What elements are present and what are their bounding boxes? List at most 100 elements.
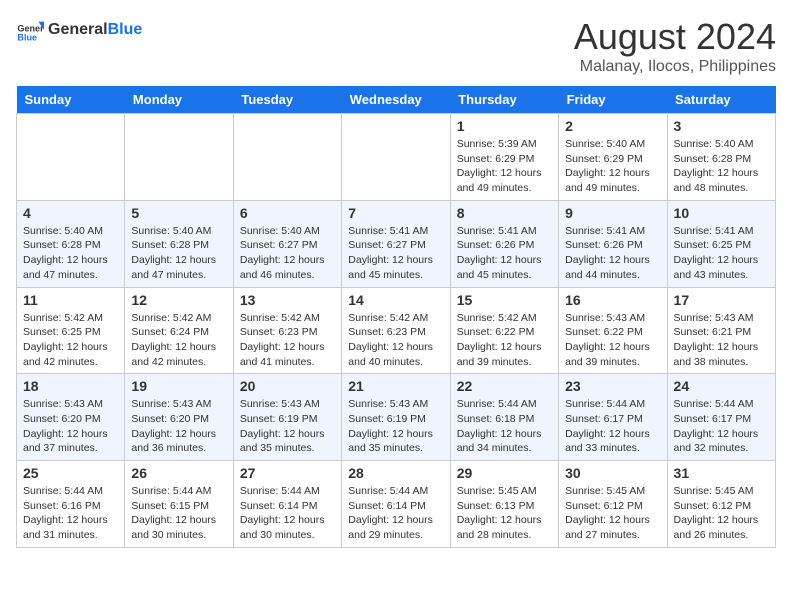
day-number: 28 [348, 465, 443, 481]
cell-data: Sunrise: 5:42 AM Sunset: 6:22 PM Dayligh… [457, 311, 552, 370]
calendar-cell [125, 114, 233, 201]
day-number: 22 [457, 378, 552, 394]
cell-data: Sunrise: 5:44 AM Sunset: 6:16 PM Dayligh… [23, 484, 118, 543]
calendar-week-row: 11Sunrise: 5:42 AM Sunset: 6:25 PM Dayli… [17, 287, 776, 374]
day-number: 21 [348, 378, 443, 394]
calendar-cell: 11Sunrise: 5:42 AM Sunset: 6:25 PM Dayli… [17, 287, 125, 374]
calendar-cell: 16 Sunrise: 5:43 AM Sunset: 6:22 PM Dayli… [559, 287, 667, 374]
calendar-cell: 19Sunrise: 5:43 AM Sunset: 6:20 PM Dayli… [125, 374, 233, 461]
cell-data: Sunrise: 5:44 AM Sunset: 6:15 PM Dayligh… [131, 484, 226, 543]
cell-data: Sunrise: 5:44 AM Sunset: 6:18 PM Dayligh… [457, 397, 552, 456]
day-number: 13 [240, 292, 335, 308]
weekday-header-saturday: Saturday [667, 86, 775, 114]
calendar-cell: 17 Sunrise: 5:43 AM Sunset: 6:21 PM Dayli… [667, 287, 775, 374]
cell-data: Sunrise: 5:39 AM Sunset: 6:29 PM Dayligh… [457, 137, 552, 196]
location-subtitle: Malanay, Ilocos, Philippines [574, 58, 776, 76]
weekday-header-row: SundayMondayTuesdayWednesdayThursdayFrid… [17, 86, 776, 114]
day-number: 27 [240, 465, 335, 481]
logo: General Blue General Blue [16, 16, 142, 44]
cell-data: Sunrise: 5:45 AM Sunset: 6:13 PM Dayligh… [457, 484, 552, 543]
calendar-cell [17, 114, 125, 201]
day-number: 19 [131, 378, 226, 394]
weekday-header-wednesday: Wednesday [342, 86, 450, 114]
day-number: 8 [457, 205, 552, 221]
weekday-header-thursday: Thursday [450, 86, 558, 114]
cell-data: Sunrise: 5:44 AM Sunset: 6:14 PM Dayligh… [348, 484, 443, 543]
day-number: 26 [131, 465, 226, 481]
calendar-cell: 9Sunrise: 5:41 AM Sunset: 6:26 PM Daylig… [559, 200, 667, 287]
calendar-cell: 24Sunrise: 5:44 AM Sunset: 6:17 PM Dayli… [667, 374, 775, 461]
cell-data: Sunrise: 5:42 AM Sunset: 6:23 PM Dayligh… [348, 311, 443, 370]
calendar-week-row: 4 Sunrise: 5:40 AM Sunset: 6:28 PM Daylig… [17, 200, 776, 287]
cell-data: Sunrise: 5:40 AM Sunset: 6:29 PM Dayligh… [565, 137, 660, 196]
svg-text:Blue: Blue [17, 33, 37, 43]
day-number: 9 [565, 205, 660, 221]
weekday-header-tuesday: Tuesday [233, 86, 341, 114]
cell-data: Sunrise: 5:42 AM Sunset: 6:25 PM Dayligh… [23, 311, 118, 370]
calendar-cell [233, 114, 341, 201]
calendar-cell: 8 Sunrise: 5:41 AM Sunset: 6:26 PM Daylig… [450, 200, 558, 287]
calendar-cell: 7 Sunrise: 5:41 AM Sunset: 6:27 PM Daylig… [342, 200, 450, 287]
cell-data: Sunrise: 5:40 AM Sunset: 6:28 PM Dayligh… [674, 137, 769, 196]
cell-data: Sunrise: 5:42 AM Sunset: 6:24 PM Dayligh… [131, 311, 226, 370]
page-header: General Blue General Blue August 2024 Ma… [16, 16, 776, 76]
title-area: August 2024 Malanay, Ilocos, Philippines [574, 16, 776, 76]
weekday-header-sunday: Sunday [17, 86, 125, 114]
calendar-cell: 25Sunrise: 5:44 AM Sunset: 6:16 PM Dayli… [17, 461, 125, 548]
calendar-cell: 31Sunrise: 5:45 AM Sunset: 6:12 PM Dayli… [667, 461, 775, 548]
weekday-header-monday: Monday [125, 86, 233, 114]
day-number: 15 [457, 292, 552, 308]
day-number: 6 [240, 205, 335, 221]
cell-data: Sunrise: 5:42 AM Sunset: 6:23 PM Dayligh… [240, 311, 335, 370]
calendar-cell: 13 Sunrise: 5:42 AM Sunset: 6:23 PM Dayli… [233, 287, 341, 374]
cell-data: Sunrise: 5:40 AM Sunset: 6:28 PM Dayligh… [131, 224, 226, 283]
calendar-cell: 3 Sunrise: 5:40 AM Sunset: 6:28 PM Daylig… [667, 114, 775, 201]
day-number: 10 [674, 205, 769, 221]
weekday-header-friday: Friday [559, 86, 667, 114]
cell-data: Sunrise: 5:40 AM Sunset: 6:28 PM Dayligh… [23, 224, 118, 283]
calendar-cell: 5 Sunrise: 5:40 AM Sunset: 6:28 PM Daylig… [125, 200, 233, 287]
calendar-week-row: 18 Sunrise: 5:43 AM Sunset: 6:20 PM Dayli… [17, 374, 776, 461]
day-number: 31 [674, 465, 769, 481]
day-number: 23 [565, 378, 660, 394]
cell-data: Sunrise: 5:40 AM Sunset: 6:27 PM Dayligh… [240, 224, 335, 283]
day-number: 18 [23, 378, 118, 394]
calendar-cell: 18 Sunrise: 5:43 AM Sunset: 6:20 PM Dayli… [17, 374, 125, 461]
day-number: 3 [674, 118, 769, 134]
calendar-cell: 26 Sunrise: 5:44 AM Sunset: 6:15 PM Dayli… [125, 461, 233, 548]
cell-data: Sunrise: 5:43 AM Sunset: 6:19 PM Dayligh… [240, 397, 335, 456]
cell-data: Sunrise: 5:41 AM Sunset: 6:26 PM Dayligh… [457, 224, 552, 283]
calendar-cell: 2 Sunrise: 5:40 AM Sunset: 6:29 PM Daylig… [559, 114, 667, 201]
cell-data: Sunrise: 5:43 AM Sunset: 6:20 PM Dayligh… [23, 397, 118, 456]
day-number: 14 [348, 292, 443, 308]
cell-data: Sunrise: 5:44 AM Sunset: 6:17 PM Dayligh… [674, 397, 769, 456]
cell-data: Sunrise: 5:43 AM Sunset: 6:22 PM Dayligh… [565, 311, 660, 370]
calendar-cell: 30Sunrise: 5:45 AM Sunset: 6:12 PM Dayli… [559, 461, 667, 548]
day-number: 16 [565, 292, 660, 308]
cell-data: Sunrise: 5:41 AM Sunset: 6:25 PM Dayligh… [674, 224, 769, 283]
calendar-cell: 22 Sunrise: 5:44 AM Sunset: 6:18 PM Dayli… [450, 374, 558, 461]
cell-data: Sunrise: 5:43 AM Sunset: 6:21 PM Dayligh… [674, 311, 769, 370]
logo-blue-text: Blue [108, 21, 143, 39]
day-number: 20 [240, 378, 335, 394]
calendar-cell: 15 Sunrise: 5:42 AM Sunset: 6:22 PM Dayli… [450, 287, 558, 374]
cell-data: Sunrise: 5:41 AM Sunset: 6:27 PM Dayligh… [348, 224, 443, 283]
day-number: 7 [348, 205, 443, 221]
calendar-cell: 14 Sunrise: 5:42 AM Sunset: 6:23 PM Dayli… [342, 287, 450, 374]
day-number: 2 [565, 118, 660, 134]
calendar-cell: 29Sunrise: 5:45 AM Sunset: 6:13 PM Dayli… [450, 461, 558, 548]
logo-general-text: General [48, 21, 108, 39]
calendar-cell: 10 Sunrise: 5:41 AM Sunset: 6:25 PM Dayli… [667, 200, 775, 287]
cell-data: Sunrise: 5:43 AM Sunset: 6:19 PM Dayligh… [348, 397, 443, 456]
logo-icon: General Blue [16, 16, 44, 44]
day-number: 5 [131, 205, 226, 221]
calendar-cell: 28 Sunrise: 5:44 AM Sunset: 6:14 PM Dayli… [342, 461, 450, 548]
calendar-cell: 20 Sunrise: 5:43 AM Sunset: 6:19 PM Dayli… [233, 374, 341, 461]
day-number: 12 [131, 292, 226, 308]
day-number: 17 [674, 292, 769, 308]
day-number: 4 [23, 205, 118, 221]
calendar-cell [342, 114, 450, 201]
day-number: 30 [565, 465, 660, 481]
calendar-cell: 21 Sunrise: 5:43 AM Sunset: 6:19 PM Dayli… [342, 374, 450, 461]
calendar-cell: 1Sunrise: 5:39 AM Sunset: 6:29 PM Daylig… [450, 114, 558, 201]
